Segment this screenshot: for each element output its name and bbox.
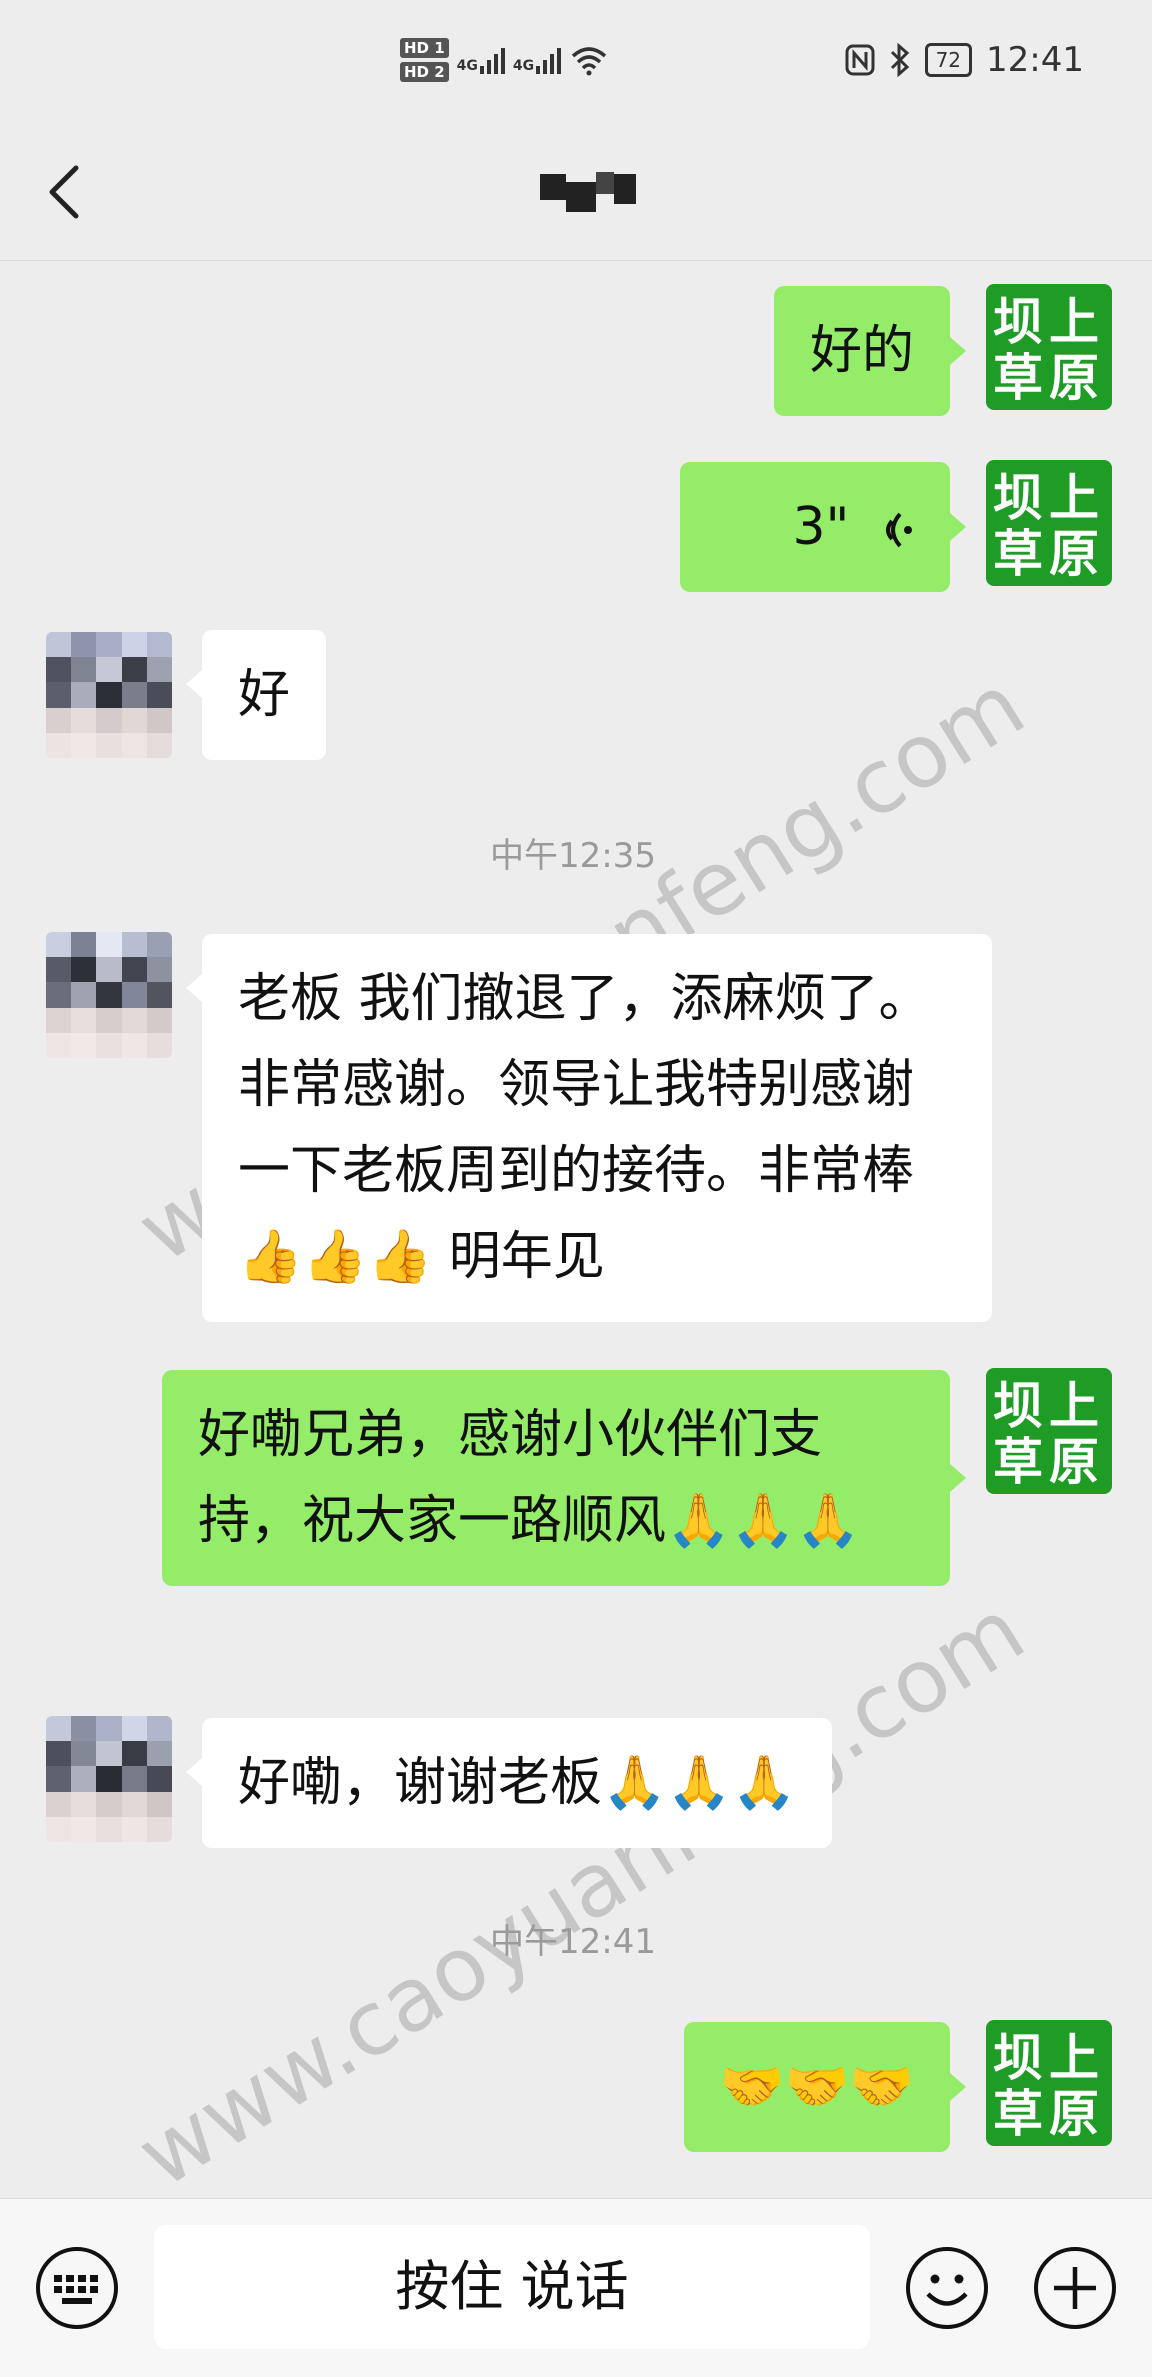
- hd1-badge: HD 1: [400, 38, 449, 58]
- message-bubble-incoming[interactable]: 老板 我们撤退了，添麻烦了。非常感谢。领导让我特别感谢一下老板周到的接待。非常棒…: [186, 934, 992, 1322]
- nfc-icon: [845, 44, 875, 76]
- message-text: 好的: [809, 321, 914, 381]
- voice-duration: 3": [792, 497, 850, 557]
- signal-1: 4G: [457, 46, 505, 74]
- signal-2: 4G: [512, 46, 562, 74]
- message-list[interactable]: 好的 坝上 草原 3" 坝上 草原 好 中午12:35 老板 我们撤退了，添麻烦…: [0, 262, 1152, 2192]
- plus-icon[interactable]: [1032, 2245, 1118, 2331]
- status-right: 72 12:41: [845, 40, 1084, 80]
- smile-icon[interactable]: [904, 2245, 990, 2331]
- chevron-left-icon[interactable]: [44, 162, 84, 222]
- message-bubble-incoming[interactable]: 好嘞，谢谢老板🙏🙏🙏: [185, 1718, 833, 1848]
- message-text: 好嘞，谢谢老板🙏🙏🙏: [238, 1753, 797, 1813]
- message-bubble-incoming[interactable]: 好: [185, 630, 327, 760]
- self-avatar[interactable]: 坝上 草原: [986, 2020, 1112, 2146]
- wifi-icon: [571, 47, 607, 76]
- hd2-badge: HD 2: [400, 62, 449, 82]
- battery-indicator: 72: [924, 43, 973, 77]
- message-bubble-outgoing[interactable]: 好的: [773, 286, 967, 416]
- contact-avatar[interactable]: [46, 932, 172, 1058]
- status-bar: HD 1 HD 2 4G 4G 72 12:41: [0, 0, 1152, 130]
- self-avatar[interactable]: 坝上 草原: [986, 1368, 1112, 1494]
- contact-avatar[interactable]: [46, 632, 172, 758]
- self-avatar[interactable]: 坝上 草原: [986, 284, 1112, 410]
- message-text: 好: [238, 665, 291, 725]
- network-type-1: 4G: [456, 58, 478, 74]
- signal-group: HD 1 HD 2 4G 4G: [400, 38, 609, 82]
- message-text: 好嘞兄弟，感谢小伙伴们支持，祝大家一路顺风🙏🙏🙏: [198, 1405, 861, 1551]
- message-bubble-outgoing[interactable]: 🤝🤝🤝: [683, 2022, 967, 2152]
- voice-wave-icon: [886, 512, 912, 548]
- contact-name-pixelated: [540, 168, 640, 214]
- voice-message-bubble[interactable]: 3": [680, 462, 966, 592]
- keyboard-icon[interactable]: [34, 2245, 120, 2331]
- self-avatar[interactable]: 坝上 草原: [986, 460, 1112, 586]
- signal-bars-icon: [479, 46, 505, 74]
- time-stamp: 中午12:41: [490, 1922, 656, 1962]
- bluetooth-icon: [890, 43, 909, 77]
- message-bubble-outgoing[interactable]: 好嘞兄弟，感谢小伙伴们支持，祝大家一路顺风🙏🙏🙏: [162, 1370, 966, 1586]
- message-text: 🤝🤝🤝: [719, 2057, 914, 2117]
- contact-avatar[interactable]: [46, 1716, 172, 1842]
- chat-input-bar: 按住 说话: [0, 2198, 1152, 2377]
- message-text: 老板 我们撤退了，添麻烦了。非常感谢。领导让我特别感谢一下老板周到的接待。非常棒…: [238, 969, 931, 1287]
- hold-to-talk-button[interactable]: 按住 说话: [154, 2225, 870, 2349]
- status-time: 12:41: [986, 40, 1084, 80]
- time-stamp: 中午12:35: [490, 836, 656, 876]
- network-type-2: 4G: [512, 58, 535, 74]
- signal-bars-icon: [536, 46, 562, 74]
